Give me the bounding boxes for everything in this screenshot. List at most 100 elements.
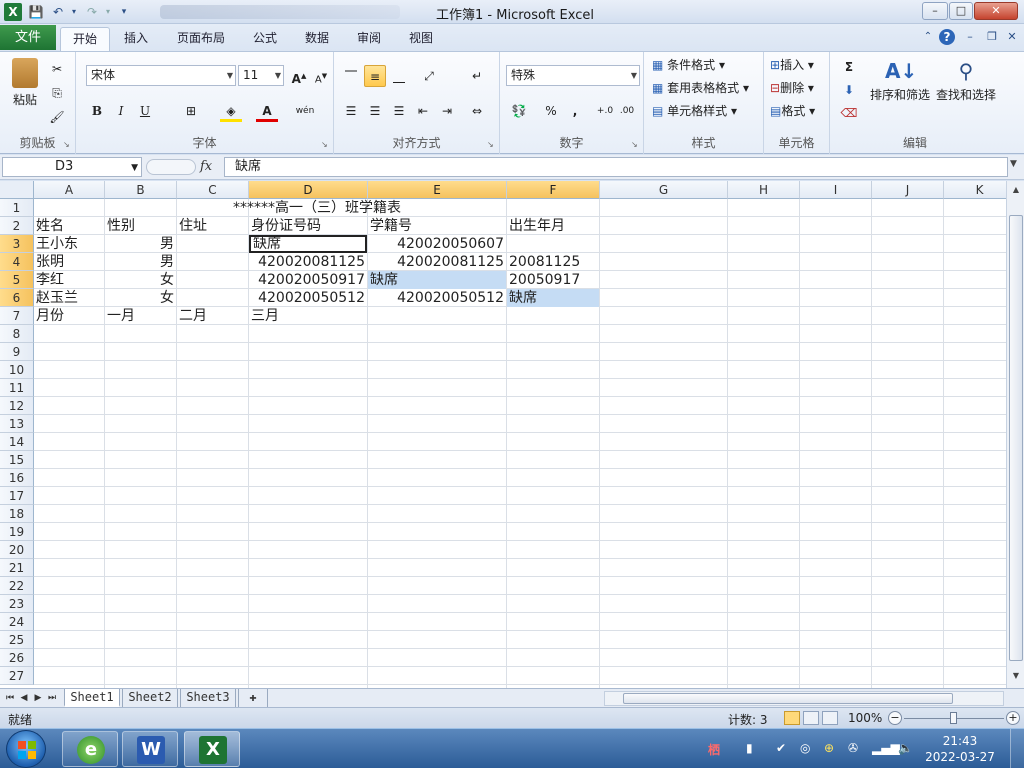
autosum-button[interactable]: Σ [838, 56, 860, 78]
row-header-17[interactable]: 17 [0, 487, 34, 505]
row-header-27[interactable]: 27 [0, 667, 34, 685]
network-signal-icon[interactable]: ▂▄▆ [872, 741, 900, 755]
page-break-view-button[interactable] [822, 711, 838, 725]
shrink-font-icon[interactable]: A▼ [310, 65, 332, 87]
wrap-text-icon[interactable]: ↵ [466, 65, 488, 87]
zoom-level[interactable]: 100% [848, 711, 882, 725]
italic-button[interactable]: I [110, 100, 132, 122]
column-header-d[interactable]: D [249, 181, 368, 199]
tools-icon[interactable]: ✇ [848, 741, 858, 755]
column-header-b[interactable]: B [105, 181, 177, 199]
cell-e4[interactable]: 420020081125 [368, 253, 506, 271]
phonetic-guide-button[interactable]: wén [294, 100, 316, 122]
column-header-c[interactable]: C [177, 181, 249, 199]
zoom-in-button[interactable]: + [1006, 711, 1020, 725]
row-header-5[interactable]: 5 [0, 271, 34, 289]
row-header-24[interactable]: 24 [0, 613, 34, 631]
cell-d3[interactable]: 缺席 [249, 235, 367, 253]
row-header-15[interactable]: 15 [0, 451, 34, 469]
comma-style-button[interactable]: , [564, 100, 586, 122]
find-select-button[interactable]: ⚲ 查找和选择 [934, 56, 998, 103]
next-sheet-icon[interactable]: ▶ [32, 691, 44, 705]
cell-b4[interactable]: 男 [105, 253, 176, 271]
decrease-indent-icon[interactable]: ⇤ [412, 100, 434, 122]
workbook-close-icon[interactable]: ✕ [1004, 29, 1020, 45]
grow-font-icon[interactable]: A▲ [288, 65, 310, 87]
cell-c7[interactable]: 二月 [177, 307, 248, 325]
scroll-up-icon[interactable]: ▲ [1009, 183, 1023, 197]
tab-formulas[interactable]: 公式 [244, 27, 286, 51]
page-layout-view-button[interactable] [803, 711, 819, 725]
row-header-21[interactable]: 21 [0, 559, 34, 577]
cell-f3[interactable] [507, 235, 599, 253]
cell-b6[interactable]: 女 [105, 289, 176, 307]
column-header-j[interactable]: J [872, 181, 944, 199]
taskbar-ie[interactable]: e [62, 731, 118, 767]
underline-button[interactable]: U [134, 100, 156, 122]
clear-icon[interactable]: ⌫ [838, 102, 860, 124]
scroll-down-icon[interactable]: ▼ [1009, 669, 1023, 683]
expand-formula-bar-icon[interactable]: ▼ [1010, 159, 1017, 169]
align-bottom-icon[interactable]: ⎽ [388, 65, 410, 87]
save-icon[interactable]: 💾 [28, 4, 44, 20]
first-sheet-icon[interactable]: ⏮ [4, 691, 16, 705]
minimize-ribbon-icon[interactable]: ⌃ [920, 29, 936, 45]
sheet-title-cell[interactable]: ******高一（三）班学籍表 [34, 199, 600, 217]
format-painter-icon[interactable]: 🖌 [46, 106, 68, 128]
cell-styles-button[interactable]: ▤ 单元格样式 ▾ [652, 102, 737, 119]
column-header-g[interactable]: G [600, 181, 728, 199]
sheet-tab-sheet3[interactable]: Sheet3 [180, 689, 236, 707]
name-box[interactable]: D3 ▼ [2, 157, 142, 177]
taskbar-word[interactable]: W [122, 731, 178, 767]
font-name-select[interactable]: 宋体 ▼ [86, 65, 236, 86]
align-right-icon[interactable]: ☰ [388, 100, 410, 122]
column-header-e[interactable]: E [368, 181, 507, 199]
number-launcher-icon[interactable]: ↘ [631, 140, 640, 149]
row-header-3[interactable]: 3 [0, 235, 34, 253]
cell-d5[interactable]: 420020050917 [249, 271, 367, 289]
vertical-scrollbar[interactable]: ▲ ▼ [1006, 181, 1024, 688]
bold-button[interactable]: B [86, 100, 108, 122]
vertical-scroll-thumb[interactable] [1009, 215, 1023, 661]
sync-icon[interactable]: ◎ [800, 741, 810, 755]
undo-icon[interactable]: ↶ [50, 4, 66, 20]
row-header-25[interactable]: 25 [0, 631, 34, 649]
row-header-19[interactable]: 19 [0, 523, 34, 541]
tab-home[interactable]: 开始 [60, 27, 110, 51]
workbook-minimize-icon[interactable]: – [962, 29, 978, 45]
column-header-a[interactable]: A [34, 181, 105, 199]
cell-d6[interactable]: 420020050512 [249, 289, 367, 307]
taskbar-excel[interactable]: X [184, 731, 240, 767]
row-header-22[interactable]: 22 [0, 577, 34, 595]
cell-a6[interactable]: 赵玉兰 [34, 289, 104, 307]
cell-d4[interactable]: 420020081125 [249, 253, 367, 271]
cell-b5[interactable]: 女 [105, 271, 176, 289]
formula-bar-splitter[interactable] [146, 159, 196, 175]
clipboard-launcher-icon[interactable]: ↘ [63, 140, 72, 149]
cell-a2[interactable]: 姓名 [34, 217, 104, 235]
increase-indent-icon[interactable]: ⇥ [436, 100, 458, 122]
row-header-16[interactable]: 16 [0, 469, 34, 487]
paste-button[interactable]: 粘贴 [8, 56, 42, 118]
tab-page-layout[interactable]: 页面布局 [170, 27, 232, 51]
cell-e3[interactable]: 420020050607 [368, 235, 506, 253]
redo-dropdown-icon[interactable]: ▾ [100, 4, 116, 20]
insert-function-button[interactable]: fx [200, 159, 212, 174]
row-header-23[interactable]: 23 [0, 595, 34, 613]
cell-e5[interactable]: 缺席 [368, 271, 506, 289]
cell-d7[interactable]: 三月 [249, 307, 367, 325]
cell-d2[interactable]: 身份证号码 [249, 217, 367, 235]
row-header-26[interactable]: 26 [0, 649, 34, 667]
column-header-f[interactable]: F [507, 181, 600, 199]
merge-center-icon[interactable]: ⇔ [466, 100, 488, 122]
number-format-select[interactable]: 特殊 ▼ [506, 65, 640, 86]
system-clock[interactable]: 21:43 2022-03-27 [925, 733, 995, 765]
sheet-tab-sheet2[interactable]: Sheet2 [122, 689, 178, 707]
row-header-4[interactable]: 4 [0, 253, 34, 271]
align-left-icon[interactable]: ☰ [340, 100, 362, 122]
cell-c4[interactable] [177, 253, 248, 271]
row-header-12[interactable]: 12 [0, 397, 34, 415]
cut-icon[interactable]: ✂ [46, 58, 68, 80]
undo-dropdown-icon[interactable]: ▾ [66, 4, 82, 20]
tab-view[interactable]: 视图 [400, 27, 442, 51]
